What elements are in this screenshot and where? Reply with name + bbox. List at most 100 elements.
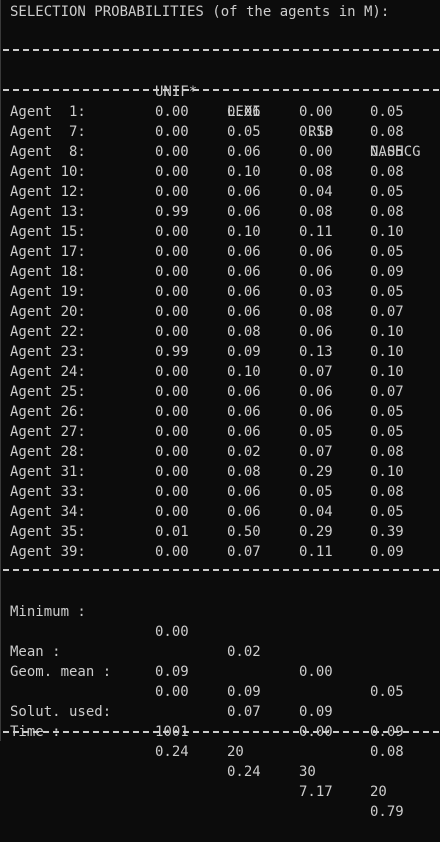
report-title: SELECTION PROBABILITIES (of the agents i… xyxy=(10,4,390,20)
probability-cell: 0.06 xyxy=(299,384,333,400)
probability-cell: 0.99 xyxy=(155,344,189,360)
probability-cell: 0.29 xyxy=(299,464,333,480)
probability-cell: 0.08 xyxy=(370,124,404,140)
summary-value: 0.00 xyxy=(155,624,189,640)
probability-cell: 0.08 xyxy=(299,164,333,180)
probability-cell: 0.10 xyxy=(370,324,404,340)
probability-cell: 0.00 xyxy=(155,384,189,400)
agent-label: Agent 22: xyxy=(10,324,86,340)
agent-label: Agent 13: xyxy=(10,204,86,220)
probability-cell: 0.06 xyxy=(227,144,261,160)
summary-value: 0.09 xyxy=(227,684,261,700)
probability-cell: 0.10 xyxy=(370,344,404,360)
probability-cell: 0.06 xyxy=(227,384,261,400)
summary-value: 0.24 xyxy=(155,744,189,760)
summary-value: 0.79 xyxy=(370,804,404,820)
agent-label: Agent 8: xyxy=(10,144,86,160)
probability-cell: 0.00 xyxy=(155,284,189,300)
probability-cell: 0.00 xyxy=(155,484,189,500)
summary-row-geom-mean: Geom. mean : 0.00 0.07 0.00 0.08 xyxy=(10,642,404,760)
probability-cell: 0.00 xyxy=(155,144,189,160)
agent-label: Agent 17: xyxy=(10,244,86,260)
probability-cell: 0.99 xyxy=(155,204,189,220)
summary-label: Geom. mean : xyxy=(10,664,112,680)
summary-value: 20 xyxy=(370,784,387,800)
probability-cell: 0.07 xyxy=(299,364,333,380)
agent-label: Agent 33: xyxy=(10,484,86,500)
probability-cell: 0.18 xyxy=(299,124,333,140)
probability-cell: 0.00 xyxy=(155,444,189,460)
agent-label: Agent 20: xyxy=(10,304,86,320)
agent-label: Agent 34: xyxy=(10,504,86,520)
separator-rule xyxy=(3,89,439,91)
probability-cell: 0.00 xyxy=(155,264,189,280)
summary-value: 0.00 xyxy=(155,684,189,700)
probability-cell: 0.00 xyxy=(155,224,189,240)
probability-cell: 0.04 xyxy=(299,184,333,200)
probability-cell: 0.06 xyxy=(227,304,261,320)
probability-cell: 0.07 xyxy=(370,304,404,320)
probability-cell: 0.08 xyxy=(299,304,333,320)
probability-cell: 0.00 xyxy=(155,464,189,480)
probability-cell: 0.13 xyxy=(299,344,333,360)
probability-cell: 0.00 xyxy=(155,544,189,560)
probability-cell: 0.07 xyxy=(370,384,404,400)
summary-value: 0.24 xyxy=(227,764,261,780)
summary-value: 20 xyxy=(227,744,244,760)
agent-label: Agent 18: xyxy=(10,264,86,280)
probability-cell: 0.08 xyxy=(227,464,261,480)
probability-cell: 0.08 xyxy=(370,164,404,180)
probability-cell: 0.39 xyxy=(370,524,404,540)
summary-value: 0.05 xyxy=(370,684,404,700)
probability-cell: 0.00 xyxy=(155,364,189,380)
summary-value: 0.02 xyxy=(227,644,261,660)
probability-cell: 0.06 xyxy=(227,504,261,520)
agent-label: Agent 10: xyxy=(10,164,86,180)
summary-row-mean: Mean : 0.09 0.09 0.09 0.09 xyxy=(10,622,404,740)
probability-cell: 0.08 xyxy=(299,204,333,220)
probability-cell: 0.09 xyxy=(370,264,404,280)
probability-cell: 0.00 xyxy=(155,404,189,420)
probability-cell: 0.02 xyxy=(227,444,261,460)
probability-cell: 0.06 xyxy=(227,284,261,300)
probability-cell: 0.05 xyxy=(370,424,404,440)
probability-cell: 0.00 xyxy=(155,184,189,200)
probability-cell: 0.06 xyxy=(227,404,261,420)
agent-label: Agent 26: xyxy=(10,404,86,420)
agent-label: Agent 31: xyxy=(10,464,86,480)
summary-label: Minimum : xyxy=(10,604,86,620)
probability-cell: 0.06 xyxy=(227,424,261,440)
summary-value: 7.17 xyxy=(299,784,333,800)
summary-value: 30 xyxy=(299,764,316,780)
probability-cell: 0.07 xyxy=(227,544,261,560)
probability-cell: 0.06 xyxy=(299,264,333,280)
probability-cell: 0.07 xyxy=(299,444,333,460)
agent-label: Agent 35: xyxy=(10,524,86,540)
agent-label: Agent 19: xyxy=(10,284,86,300)
probability-cell: 0.00 xyxy=(299,104,333,120)
probability-cell: 0.00 xyxy=(155,244,189,260)
agent-label: Agent 39: xyxy=(10,544,86,560)
probability-cell: 0.05 xyxy=(370,104,404,120)
probability-cell: 0.05 xyxy=(370,284,404,300)
summary-value: 0.09 xyxy=(155,664,189,680)
probability-cell: 0.09 xyxy=(227,344,261,360)
probability-cell: 0.10 xyxy=(227,224,261,240)
probability-cell: 0.06 xyxy=(299,244,333,260)
probability-cell: 0.08 xyxy=(227,324,261,340)
probability-cell: 0.03 xyxy=(299,284,333,300)
summary-value: 0.07 xyxy=(227,704,261,720)
probability-cell: 0.00 xyxy=(155,124,189,140)
probability-cell: 0.05 xyxy=(370,504,404,520)
probability-cell: 0.10 xyxy=(370,364,404,380)
column-header-unif: UNIF* xyxy=(155,84,198,100)
probability-cell: 0.05 xyxy=(370,144,404,160)
probability-cell: 0.04 xyxy=(299,504,333,520)
probability-cell: 0.05 xyxy=(370,404,404,420)
probability-cell: 0.10 xyxy=(227,164,261,180)
agent-label: Agent 24: xyxy=(10,364,86,380)
probability-cell: 0.50 xyxy=(227,524,261,540)
probability-cell: 0.10 xyxy=(370,464,404,480)
agent-label: Agent 12: xyxy=(10,184,86,200)
probability-cell: 0.11 xyxy=(299,544,333,560)
